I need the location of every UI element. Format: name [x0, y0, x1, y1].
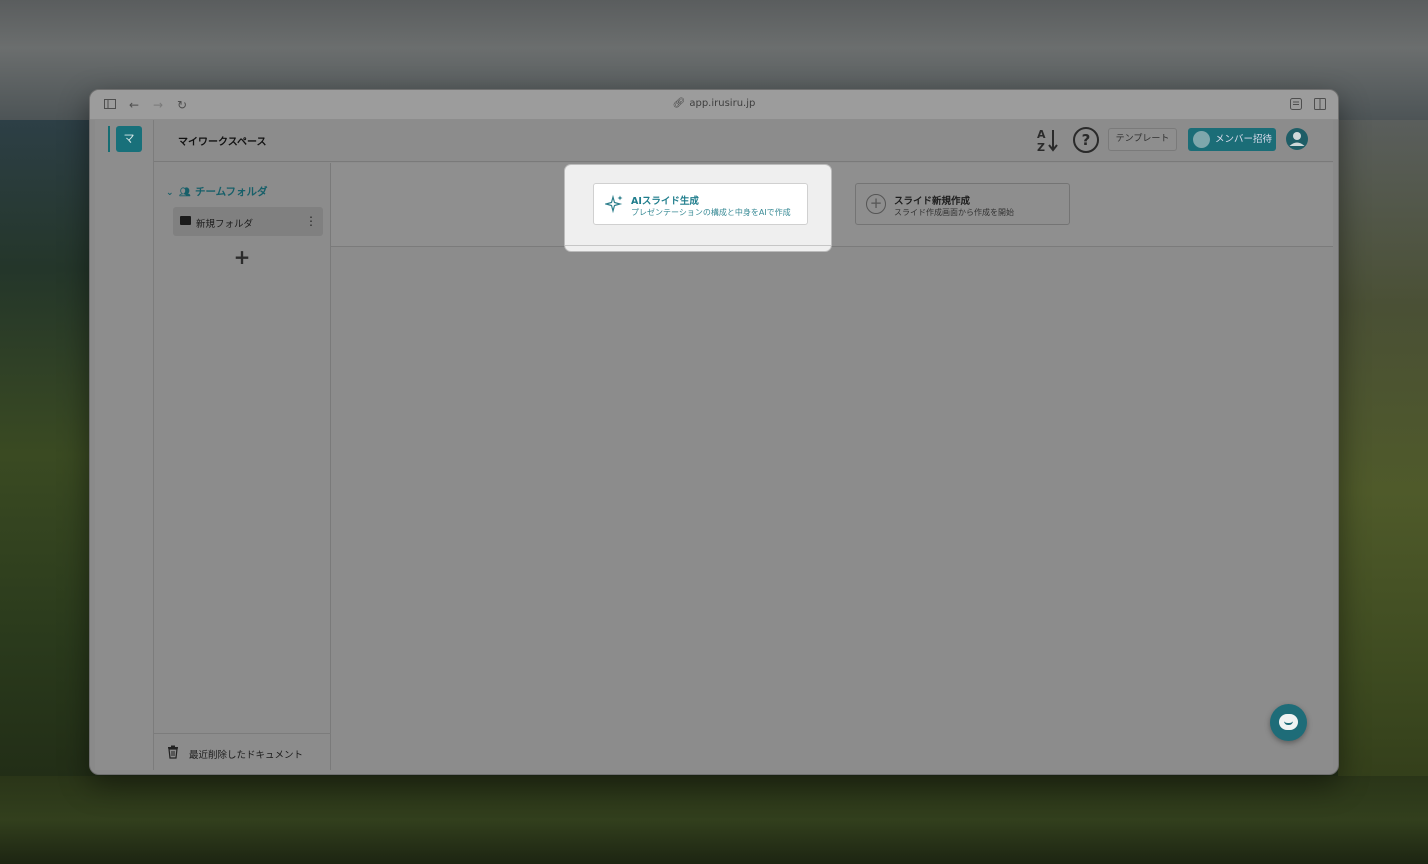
new-slide-card[interactable]: + スライド新規作成 スライド作成画面から作成を開始	[855, 183, 1070, 225]
split-view-icon[interactable]	[1313, 98, 1327, 112]
forest-bottom	[0, 776, 1428, 864]
hillside-right	[1338, 120, 1428, 864]
new-slide-title: スライド新規作成	[894, 196, 971, 207]
folder-sidebar: ⌄ 👥︎ チームフォルダ 新規フォルダ ⋮ + 最近削除したドキュメント	[154, 163, 331, 770]
ai-slide-title: AIスライド生成	[631, 196, 699, 207]
team-folder-label: チームフォルダ	[195, 186, 268, 198]
create-actions-bar: + スライド新規作成 スライド作成画面から作成を開始	[331, 163, 1333, 247]
workspace-rail: マ	[95, 120, 154, 770]
user-avatar-icon[interactable]	[1286, 128, 1308, 150]
workspace-title: マイワークスペース	[178, 137, 267, 148]
folder-icon	[180, 216, 191, 225]
svg-text:Z: Z	[1037, 141, 1045, 153]
ai-slide-subtitle: プレゼンテーションの構成と中身をAIで作成	[631, 208, 791, 217]
workspace-badge[interactable]: マ	[116, 126, 142, 152]
invite-label: メンバー招待	[1215, 134, 1273, 145]
reader-icon[interactable]	[1289, 98, 1303, 112]
svg-text:A: A	[1037, 128, 1046, 141]
address-bar[interactable]: 🔗︎ app.irusiru.jp	[90, 98, 1338, 109]
template-button[interactable]: テンプレート	[1108, 128, 1177, 151]
folder-label: 新規フォルダ	[196, 219, 254, 230]
trash-label: 最近削除したドキュメント	[189, 750, 304, 761]
new-slide-subtitle: スライド作成画面から作成を開始	[894, 208, 1014, 217]
invite-member-button[interactable]: メンバー招待	[1188, 128, 1276, 151]
browser-toolbar: ← → ↻ 🔗︎ app.irusiru.jp	[90, 90, 1338, 120]
chevron-down-icon: ⌄	[166, 188, 174, 198]
user-add-icon	[1193, 131, 1210, 148]
ai-slide-card[interactable]: AIスライド生成 プレゼンテーションの構成と中身をAIで作成	[593, 183, 808, 225]
recently-deleted-link[interactable]: 最近削除したドキュメント	[154, 733, 331, 770]
team-folder-header[interactable]: ⌄ 👥︎ チームフォルダ	[166, 184, 268, 199]
help-icon[interactable]: ?	[1073, 127, 1099, 153]
plus-circle-icon: +	[866, 194, 886, 214]
chat-support-button[interactable]	[1270, 704, 1307, 741]
sort-az-icon[interactable]: A Z	[1036, 127, 1060, 154]
hillside-left	[0, 120, 95, 864]
more-options-icon[interactable]: ⋮	[305, 214, 317, 228]
app-header: マイワークスペース A Z ? テンプレート メンバー招待	[154, 120, 1333, 162]
add-folder-button[interactable]: +	[232, 247, 252, 267]
divider	[565, 245, 831, 246]
active-indicator	[108, 126, 110, 152]
main-content: + スライド新規作成 スライド作成画面から作成を開始	[331, 163, 1333, 770]
url-text: app.irusiru.jp	[689, 98, 756, 109]
trash-icon	[167, 745, 179, 763]
team-icon: 👥︎	[179, 188, 191, 198]
folder-item[interactable]: 新規フォルダ ⋮	[173, 207, 323, 236]
link-icon: 🔗︎	[672, 98, 686, 109]
sparkle-icon	[603, 194, 625, 214]
spotlight-highlight: AIスライド生成 プレゼンテーションの構成と中身をAIで作成	[565, 165, 831, 251]
